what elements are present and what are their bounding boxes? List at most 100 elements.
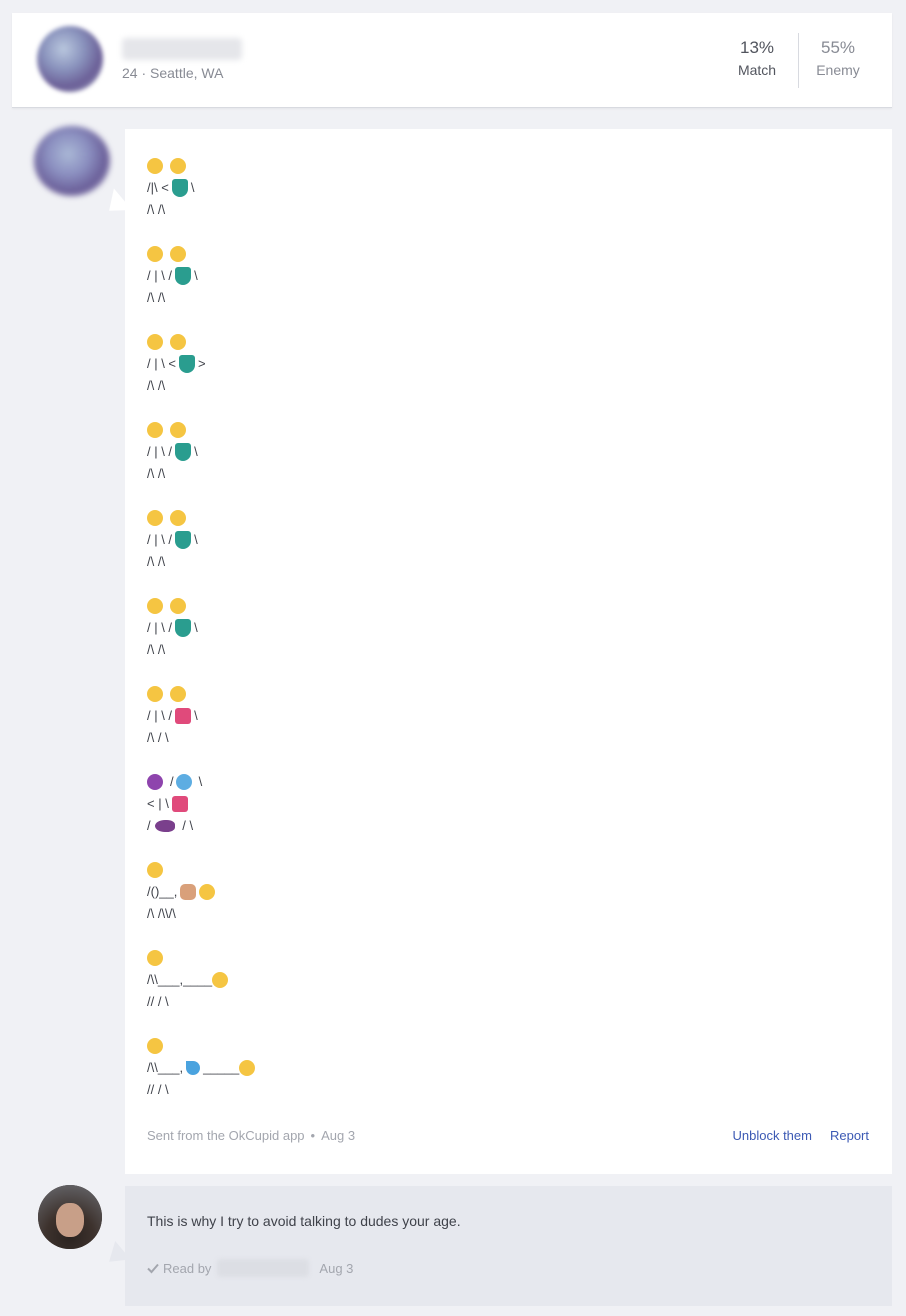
- match-label: Match: [737, 62, 777, 78]
- avatar-face: [56, 1203, 84, 1237]
- stat-divider: [798, 33, 799, 88]
- face-emoji-icon: [212, 972, 229, 988]
- ascii-line: /\ /\: [147, 466, 166, 481]
- emoji-face-line: [147, 507, 262, 529]
- emoji-face-line: [147, 1035, 262, 1057]
- emoji-face-line: [147, 683, 262, 705]
- bikini-emoji-icon: [171, 796, 188, 812]
- ascii-stanza: /()__, /\ /\\/\: [147, 859, 262, 925]
- unblock-link[interactable]: Unblock them: [732, 1128, 811, 1143]
- reader-name-redacted: [217, 1259, 310, 1277]
- drops-emoji-icon: [186, 1061, 201, 1075]
- devil-emoji-icon: [147, 774, 163, 790]
- face-emoji-icon: [147, 246, 163, 262]
- emoji-face-line: [147, 859, 262, 881]
- ascii-line: /\ /\: [147, 554, 166, 569]
- ascii-line: /\ / \: [147, 730, 169, 745]
- face-emoji-icon: [170, 334, 186, 350]
- face-emoji-icon: [170, 510, 186, 526]
- ascii-line: / | \ / \: [147, 267, 198, 285]
- face-emoji-icon: [147, 510, 163, 526]
- face-emoji-icon: [170, 598, 186, 614]
- face-emoji-icon: [147, 334, 163, 350]
- enemy-stat: 55% Enemy: [803, 38, 873, 79]
- dress-emoji-icon: [175, 443, 192, 461]
- message-footer: Sent from the OkCupid app • Aug 3 Unblock …: [147, 1128, 869, 1143]
- message-bubble-sent: This is why I try to avoid talking to du…: [125, 1186, 892, 1306]
- ascii-stanza: /\\___, _____ // / \: [147, 1035, 262, 1101]
- profile-name-redacted: [122, 38, 242, 60]
- emoji-face-line: / \: [147, 771, 262, 793]
- face-emoji-icon: [147, 862, 163, 878]
- own-avatar[interactable]: [38, 1185, 102, 1249]
- enemy-label: Enemy: [816, 62, 860, 78]
- fear-emoji-icon: [175, 774, 192, 790]
- ascii-line: /\\___,____: [147, 969, 262, 991]
- match-stat: 13% Match: [722, 38, 792, 79]
- ascii-stanza: / | \ / \ /\ /\: [147, 243, 262, 309]
- emoji-face-line: [147, 947, 262, 969]
- check-icon: [147, 1263, 159, 1274]
- eggplant-emoji-icon: [154, 820, 175, 832]
- ascii-line: / | \ / \: [147, 443, 198, 461]
- reply-text: This is why I try to avoid talking to du…: [147, 1213, 461, 1229]
- emoji-face-line: [147, 595, 262, 617]
- sender-avatar[interactable]: [34, 126, 110, 196]
- ascii-line: / | \ < >: [147, 355, 206, 373]
- ascii-line: /()__,: [147, 881, 262, 903]
- profile-avatar[interactable]: [37, 26, 103, 92]
- ascii-line: /\ /\: [147, 378, 166, 393]
- face-emoji-icon: [147, 598, 163, 614]
- ascii-line: / | \ / \: [147, 708, 198, 724]
- report-link[interactable]: Report: [830, 1128, 869, 1143]
- face-emoji-icon: [170, 422, 186, 438]
- face-emoji-icon: [170, 246, 186, 262]
- read-receipt: Read by Aug 3: [147, 1259, 353, 1277]
- emoji-face-line: [147, 331, 262, 353]
- face-emoji-icon: [147, 1038, 163, 1054]
- fist-emoji-icon: [180, 884, 197, 900]
- ascii-line: /\ /\: [147, 202, 166, 217]
- emoji-face-line: [147, 243, 262, 265]
- ascii-line: /\ /\: [147, 642, 166, 657]
- ascii-line: /\ /\\/\: [147, 906, 176, 921]
- ascii-stanza: / | \ < > /\ /\: [147, 331, 262, 397]
- ascii-stanza: / \ < | \ / / \: [147, 771, 262, 837]
- ascii-stanza: / | \ / \ /\ /\: [147, 595, 262, 661]
- separator-dot: •: [310, 1128, 316, 1143]
- ascii-stanza: /\\___,____ // / \: [147, 947, 262, 1013]
- face-emoji-icon: [147, 422, 163, 438]
- profile-location: 24 · Seattle, WA: [122, 65, 224, 81]
- ascii-line: < | \: [147, 793, 262, 815]
- read-by-label: Read by: [163, 1260, 212, 1276]
- ascii-stanza: / | \ / \ /\ / \: [147, 683, 262, 749]
- dress-emoji-icon: [171, 179, 188, 197]
- message-body: /|\ < \/\ /\ / | \ / \/\ /\ / | \ < >/\ /\ / |…: [147, 155, 262, 1123]
- ascii-line: / | \ / \: [147, 531, 198, 549]
- ascii-stanza: / | \ / \ /\ /\: [147, 507, 262, 573]
- dress-emoji-icon: [175, 531, 192, 549]
- face-emoji-icon: [170, 686, 186, 702]
- ascii-line: / / \: [147, 818, 194, 833]
- bikini-emoji-icon: [175, 708, 192, 724]
- emoji-face-line: [147, 419, 262, 441]
- message-bubble-received: /|\ < \/\ /\ / | \ / \/\ /\ / | \ < >/\ /\ / |…: [125, 129, 892, 1174]
- face-emoji-icon: [239, 1060, 256, 1076]
- message-actions: Unblock them Report: [732, 1128, 869, 1143]
- read-date: Aug 3: [319, 1260, 354, 1276]
- face-emoji-icon: [147, 950, 163, 966]
- ascii-stanza: /|\ < \ /\ /\: [147, 155, 262, 221]
- emoji-face-line: [147, 155, 262, 177]
- enemy-percent: 55%: [820, 38, 856, 57]
- face-emoji-icon: [199, 884, 216, 900]
- profile-header: 24 · Seattle, WA 13% Match 55% Enemy: [12, 13, 892, 108]
- ascii-line: // / \: [147, 1082, 169, 1097]
- ascii-line: /\ /\: [147, 290, 166, 305]
- ascii-line: / | \ / \: [147, 619, 198, 637]
- sent-from-label: Sent from the OkCupid app: [147, 1128, 305, 1143]
- face-emoji-icon: [170, 158, 186, 174]
- message-date: Aug 3: [321, 1128, 356, 1143]
- match-percent: 13%: [739, 38, 775, 57]
- ascii-line: // / \: [147, 994, 169, 1009]
- face-emoji-icon: [147, 686, 163, 702]
